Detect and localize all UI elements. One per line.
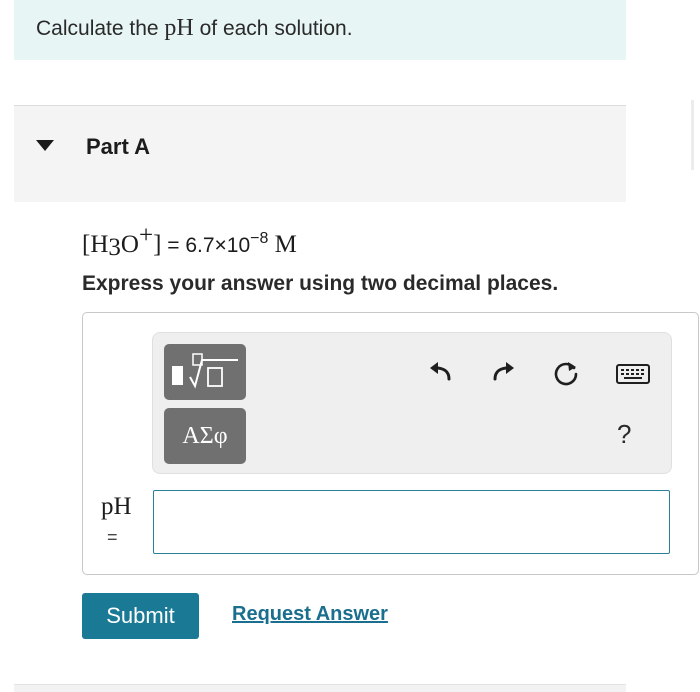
templates-icon [172,353,238,389]
instruction-text: Express your answer using two decimal pl… [82,272,559,295]
next-part-divider [14,684,626,692]
collapse-caret-icon[interactable] [36,140,54,151]
part-title: Part A [86,134,150,159]
help-button[interactable]: ? [617,419,631,450]
answer-equals: = [107,527,118,547]
symbols-button[interactable]: ΑΣφ [164,408,246,464]
request-answer-link[interactable]: Request Answer [232,603,388,626]
intro-banner: Calculate the pH of each solution. [14,0,626,60]
ph-answer-input[interactable] [153,490,670,554]
answer-label: pH [101,493,132,520]
ph-symbol: pH [164,15,194,41]
redo-icon[interactable] [489,357,519,387]
given-equation: [H3O+] = 6.7×10−8 M [82,222,297,261]
math-toolbar: ΑΣφ ? [152,332,672,474]
submit-button[interactable]: Submit [82,593,199,639]
undo-icon[interactable] [425,357,455,387]
answer-panel: ΑΣφ ? pH = [82,312,699,575]
templates-button[interactable] [164,344,246,400]
scrollbar[interactable] [691,100,694,170]
intro-text: Calculate the pH of each solution. [36,15,353,41]
reset-icon[interactable] [551,358,581,388]
keyboard-icon[interactable] [615,359,651,389]
part-header[interactable]: Part A [14,105,626,202]
